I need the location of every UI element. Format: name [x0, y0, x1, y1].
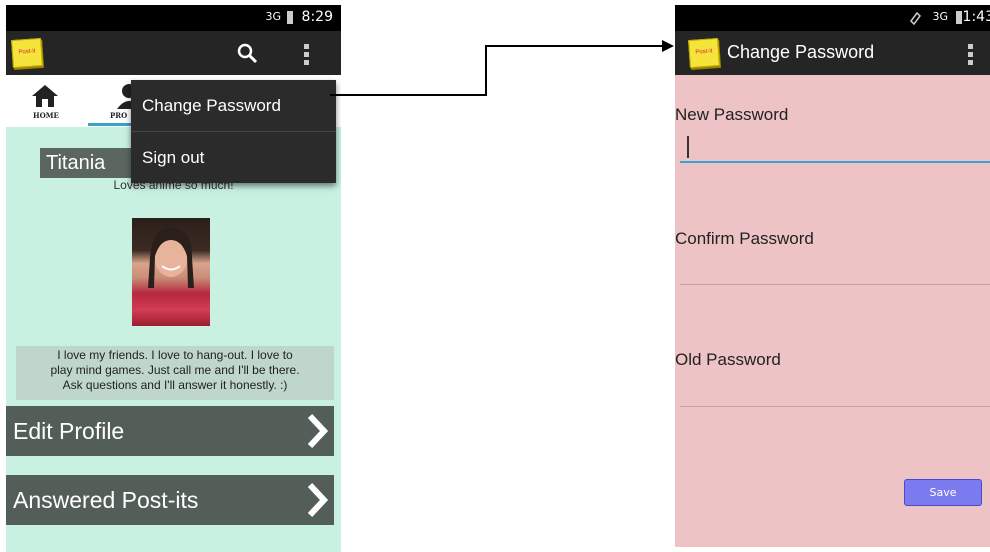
battery-icon	[956, 11, 962, 24]
text-cursor	[687, 136, 689, 158]
action-bar: Post-it Change Password	[675, 31, 990, 75]
confirm-password-field[interactable]	[675, 255, 990, 285]
screen-title: Change Password	[727, 42, 875, 62]
new-password-field[interactable]	[675, 130, 990, 165]
save-button[interactable]: Save	[904, 479, 982, 506]
old-password-underline	[680, 406, 990, 407]
rotate-icon	[910, 11, 921, 25]
network-indicator: 3G	[932, 10, 948, 23]
status-bar: 3G 1:43	[675, 5, 990, 31]
old-password-label: Old Password	[675, 350, 781, 369]
new-password-underline	[680, 161, 990, 163]
status-time: 1:43	[962, 9, 990, 25]
confirm-password-label: Confirm Password	[675, 229, 814, 248]
new-password-label: New Password	[675, 105, 789, 124]
change-password-screen: 3G 1:43 Post-it Change Password New Pass…	[675, 5, 990, 547]
app-logo-icon[interactable]: Post-it	[688, 37, 720, 69]
overflow-menu-icon[interactable]	[968, 43, 974, 65]
old-password-field[interactable]	[675, 375, 990, 405]
confirm-password-underline	[680, 284, 990, 285]
